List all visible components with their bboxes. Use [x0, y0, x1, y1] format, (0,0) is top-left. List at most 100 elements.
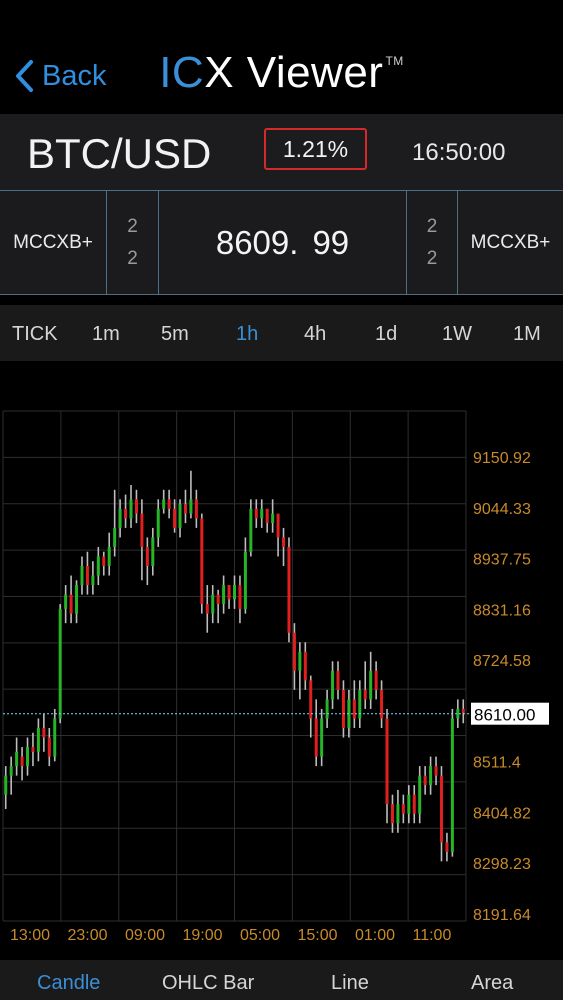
navigation-bar: Back ICX Viewer TM: [0, 0, 563, 114]
candle-body: [352, 699, 356, 719]
x-axis-tick-label: 01:00: [355, 927, 395, 944]
candle-body: [271, 513, 275, 524]
tab-timeframe-1h[interactable]: 1h: [236, 323, 258, 346]
candle-body: [249, 508, 253, 552]
candle-body: [254, 508, 258, 519]
app-title: ICX Viewer TM: [0, 48, 563, 98]
y-axis-tick-label: 9044.33: [473, 501, 531, 518]
candle-body: [113, 527, 117, 547]
candle-body: [363, 689, 367, 700]
candle-body: [390, 804, 394, 824]
x-axis-tick-label: 15:00: [298, 927, 338, 944]
x-axis-tick-label: 05:00: [240, 927, 280, 944]
change-percent-badge: 1.21%: [264, 128, 367, 170]
y-axis-tick-label: 8724.58: [473, 653, 531, 670]
candle-body: [183, 504, 187, 514]
candle-body: [298, 651, 302, 671]
price-decimal: 99: [312, 223, 350, 261]
candle-body: [434, 766, 438, 776]
candle-body: [69, 594, 73, 614]
candle-body: [222, 585, 226, 605]
candle-body: [265, 508, 269, 524]
candle-body: [423, 775, 427, 786]
candle-body: [401, 804, 405, 814]
candle-body: [91, 575, 95, 586]
tab-timeframe-1d[interactable]: 1d: [375, 323, 397, 346]
candle-body: [314, 718, 318, 757]
quote-time: 16:50:00: [412, 139, 506, 166]
candle-body: [211, 594, 215, 614]
candle-body: [80, 566, 84, 586]
candle-body: [429, 766, 433, 786]
tab-chart-line[interactable]: Line: [331, 972, 369, 995]
ask-size: 2 2: [406, 191, 457, 294]
candle-body: [287, 546, 291, 633]
candle-body: [194, 499, 198, 519]
quote-row: MCCXB+ 2 2 8609. 99 2 2 MCCXB+: [0, 190, 563, 295]
y-axis-tick-label: 8404.82: [473, 805, 531, 822]
chart-canvas[interactable]: 9150.929044.338937.758831.168724.588617.…: [0, 361, 563, 960]
candle-body: [325, 699, 329, 719]
candle-body: [303, 651, 307, 681]
candle-body: [227, 585, 231, 600]
candle-body: [260, 508, 264, 519]
tab-timeframe-1w[interactable]: 1W: [442, 323, 472, 346]
app-title-prefix: IC: [159, 48, 205, 97]
trademark-mark: TM: [385, 54, 404, 68]
candle-body: [276, 513, 280, 538]
candle-body: [407, 794, 411, 814]
candle-body: [385, 718, 389, 805]
ask-provider[interactable]: MCCXB+: [457, 191, 563, 294]
candle-body: [450, 718, 454, 852]
candle-body: [124, 508, 128, 519]
candle-body: [47, 737, 51, 757]
tab-timeframe-4h[interactable]: 4h: [304, 323, 326, 346]
candle-body: [309, 680, 313, 719]
candle-body: [418, 775, 422, 814]
chart-type-bar: Candle OHLC Bar Line Area: [0, 960, 563, 1000]
candle-body: [145, 546, 149, 567]
tab-chart-ohlc-bar[interactable]: OHLC Bar: [162, 972, 254, 995]
candle-body: [292, 632, 296, 671]
candle-body: [107, 546, 111, 567]
bid-size-top: 2: [127, 215, 138, 237]
candle-body: [412, 794, 416, 814]
x-axis-tick-label: 13:00: [10, 927, 50, 944]
tab-chart-area[interactable]: Area: [471, 972, 513, 995]
y-axis-tick-label: 8191.64: [473, 907, 531, 924]
candle-body: [36, 727, 40, 752]
candle-body: [173, 508, 177, 528]
tab-timeframe-tick[interactable]: TICK: [12, 323, 58, 346]
current-price[interactable]: 8609. 99: [158, 191, 406, 294]
candle-body: [200, 518, 204, 605]
tab-chart-candle[interactable]: Candle: [37, 972, 100, 995]
candle-body: [140, 513, 144, 547]
candle-body: [320, 718, 324, 757]
ask-size-bottom: 2: [426, 247, 438, 269]
tab-timeframe-1m[interactable]: 1m: [92, 323, 120, 346]
candle-body: [461, 708, 465, 713]
candle-body: [134, 499, 138, 514]
candle-body: [331, 670, 335, 700]
candle-body: [156, 508, 160, 538]
candlestick-chart[interactable]: 9150.929044.338937.758831.168724.588617.…: [0, 361, 563, 960]
tab-timeframe-1mo[interactable]: 1M: [513, 323, 541, 346]
x-axis-tick-label: 09:00: [125, 927, 165, 944]
candle-body: [369, 670, 373, 700]
y-axis-tick-label: 8937.75: [473, 552, 531, 569]
tab-timeframe-5m[interactable]: 5m: [161, 323, 189, 346]
app-title-rest: X Viewer: [204, 48, 384, 97]
candle-body: [102, 556, 106, 567]
candle-body: [233, 585, 236, 600]
bid-provider[interactable]: MCCXB+: [0, 191, 106, 294]
ask-provider-label: MCCXB+: [470, 231, 551, 253]
x-axis-tick-label: 19:00: [183, 927, 223, 944]
candle-body: [64, 594, 68, 609]
candle-body: [282, 537, 286, 547]
candle-body: [75, 585, 79, 614]
timeframe-bar: TICK 1m 5m 1h 4h 1d 1W 1M: [0, 305, 563, 361]
y-axis-tick-label: 9150.92: [473, 450, 531, 467]
candle-body: [167, 499, 171, 509]
current-price-label: 8610.00: [474, 706, 535, 725]
candle-body: [20, 756, 24, 767]
